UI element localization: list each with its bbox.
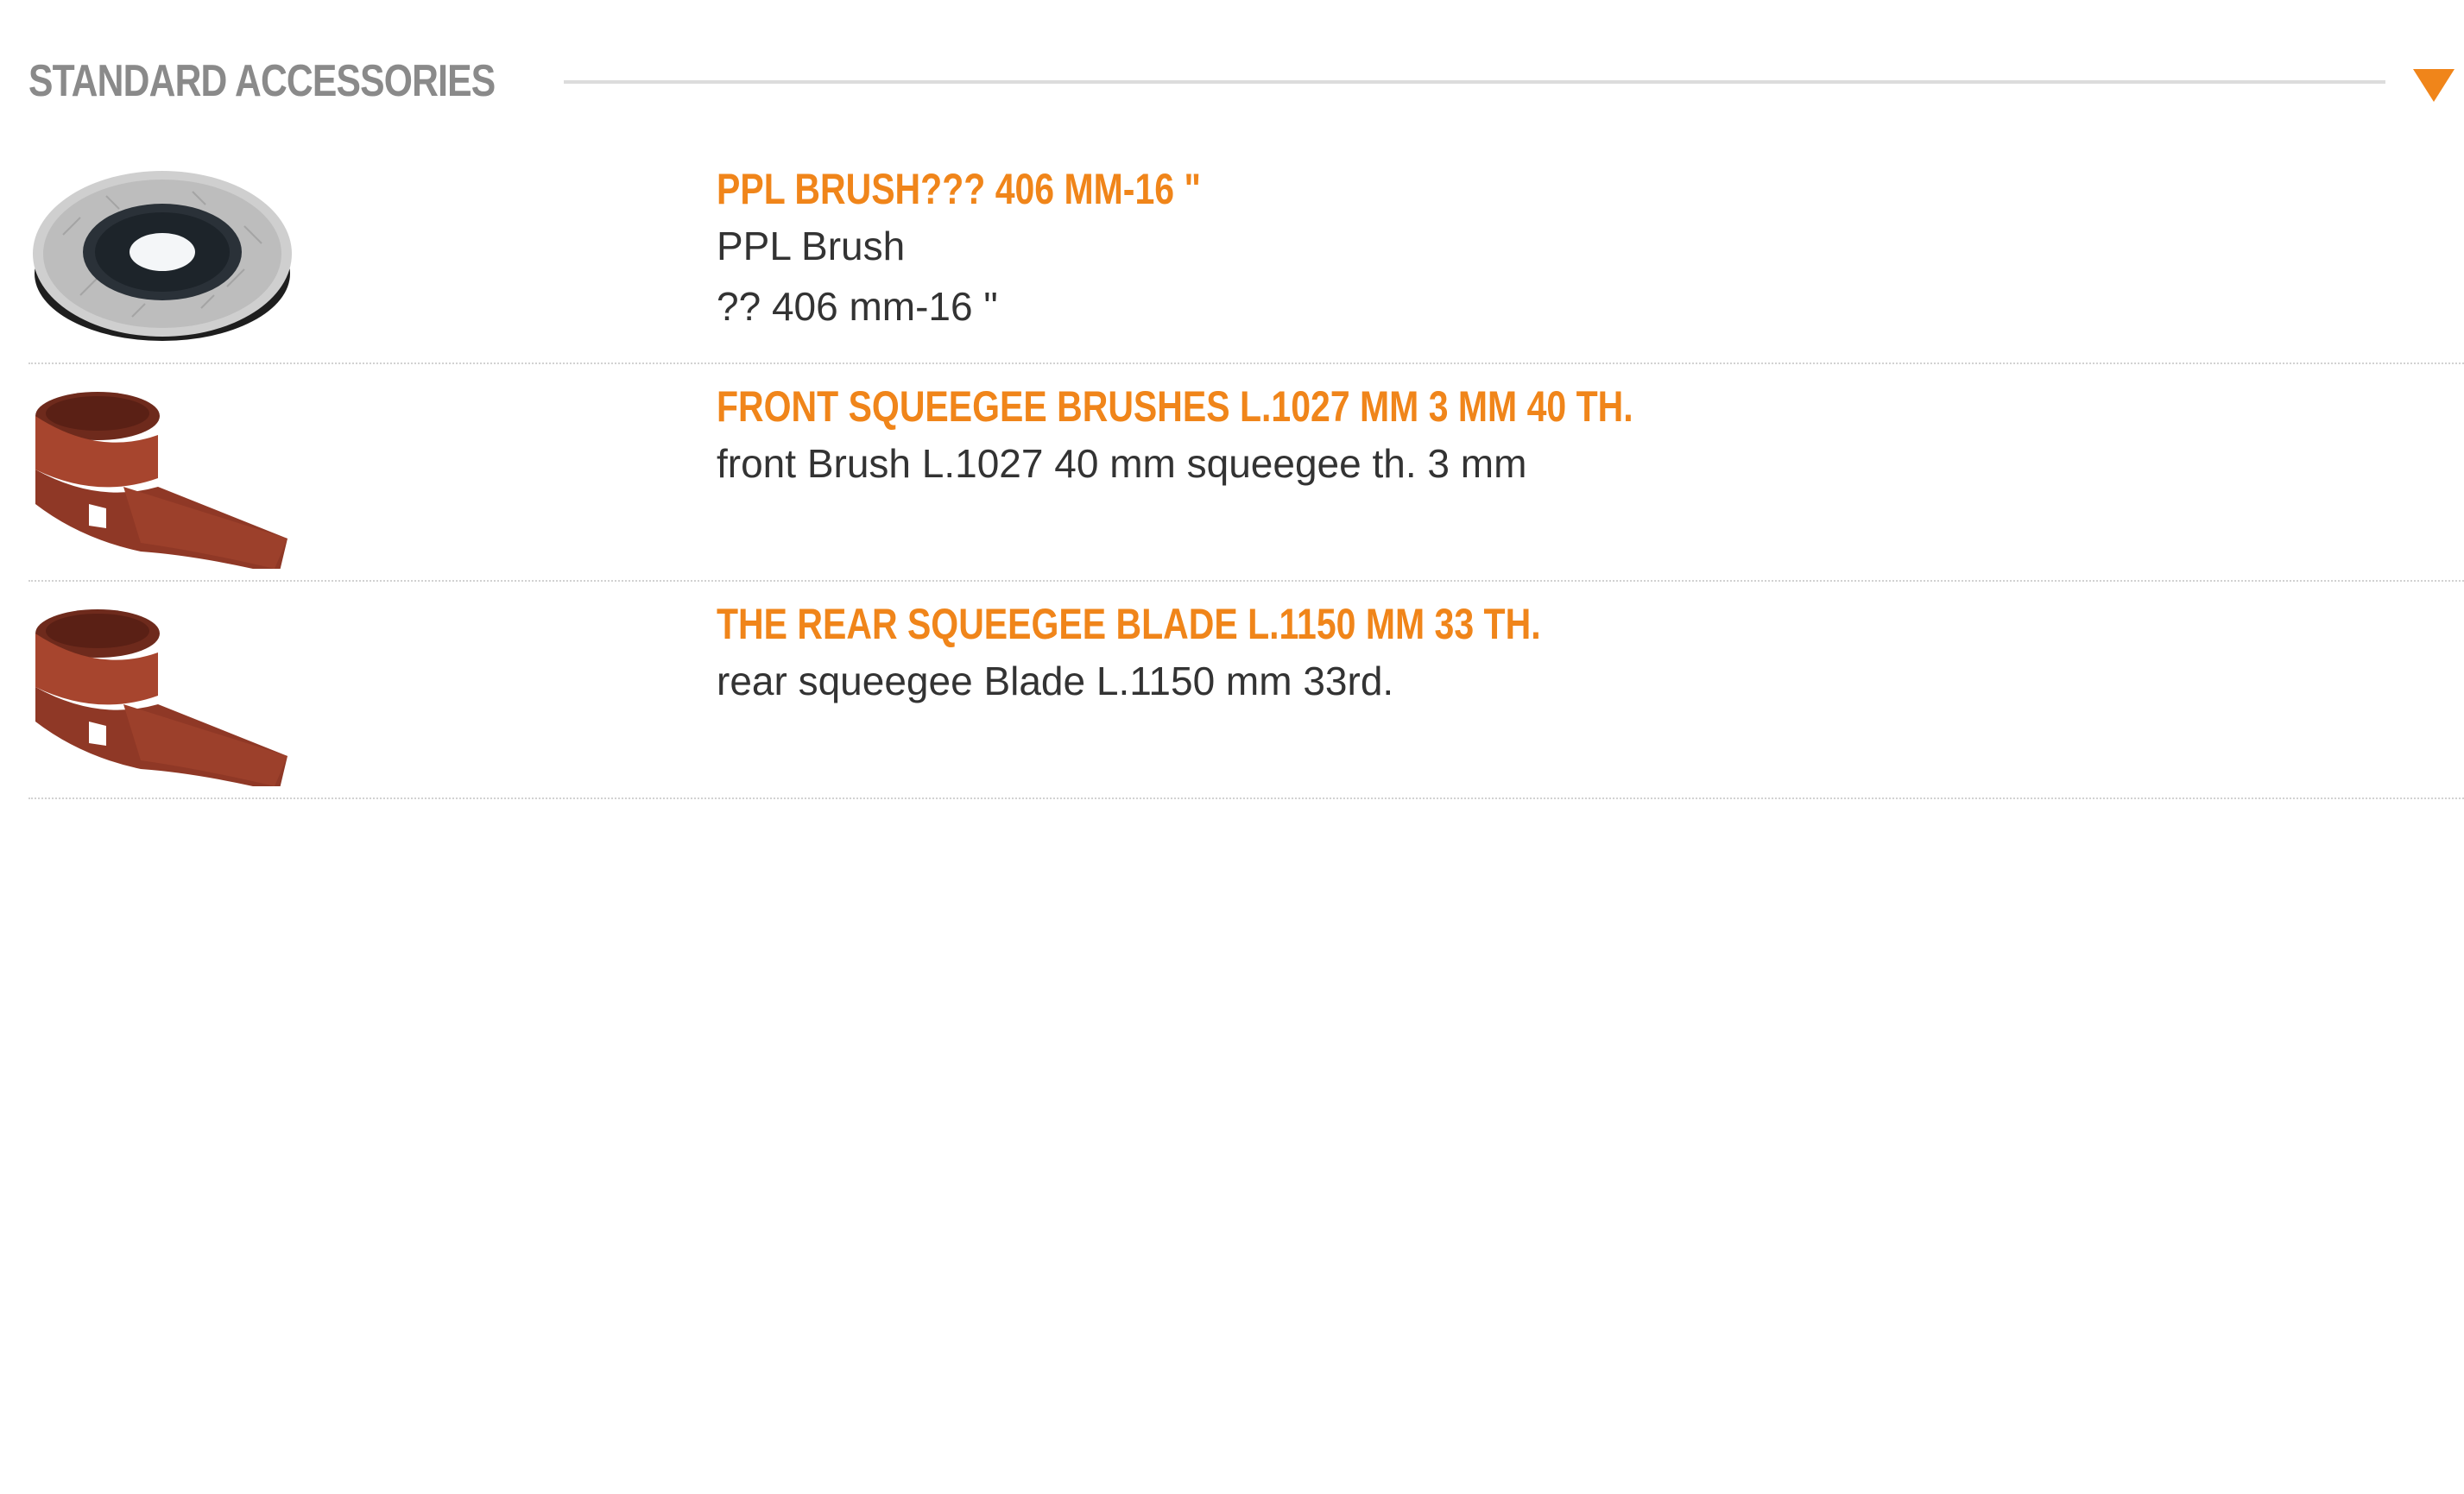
accessory-list: PPL BRUSH??? 406 MM-16 " PPL Brush ?? 40… <box>28 147 2464 799</box>
item-text: PPL BRUSH??? 406 MM-16 " PPL Brush ?? 40… <box>717 162 2447 337</box>
item-title-link[interactable]: PPL BRUSH??? 406 MM-16 " <box>717 162 2135 216</box>
triangle-down-icon[interactable] <box>2413 69 2455 102</box>
item-description: ?? 406 mm-16 " <box>717 284 998 329</box>
brush-disc-image[interactable] <box>28 157 296 351</box>
item-text: FRONT SQUEEGEE BRUSHES L.1027 MM 3 MM 40… <box>717 380 2447 494</box>
section-header: STANDARD ACCESSORIES <box>28 52 2455 112</box>
item-description: front Brush L.1027 40 mm squeegee th. 3 … <box>717 441 1527 486</box>
item-text: THE REAR SQUEEGEE BLADE L.1150 MM 33 TH.… <box>717 597 2447 711</box>
list-item: THE REAR SQUEEGEE BLADE L.1150 MM 33 TH.… <box>28 582 2464 799</box>
item-title-link[interactable]: THE REAR SQUEEGEE BLADE L.1150 MM 33 TH. <box>717 597 2135 651</box>
item-description: PPL Brush <box>717 224 906 268</box>
item-title-link[interactable]: FRONT SQUEEGEE BRUSHES L.1027 MM 3 MM 40… <box>717 380 2135 433</box>
squeegee-blade-image[interactable] <box>28 375 296 569</box>
list-item: PPL BRUSH??? 406 MM-16 " PPL Brush ?? 40… <box>28 147 2464 364</box>
list-item: FRONT SQUEEGEE BRUSHES L.1027 MM 3 MM 40… <box>28 364 2464 582</box>
squeegee-blade-image[interactable] <box>28 592 296 786</box>
section-title: STANDARD ACCESSORIES <box>28 56 496 106</box>
header-divider <box>564 80 2385 84</box>
item-description: rear squeegee Blade L.1150 mm 33rd. <box>717 659 1394 703</box>
